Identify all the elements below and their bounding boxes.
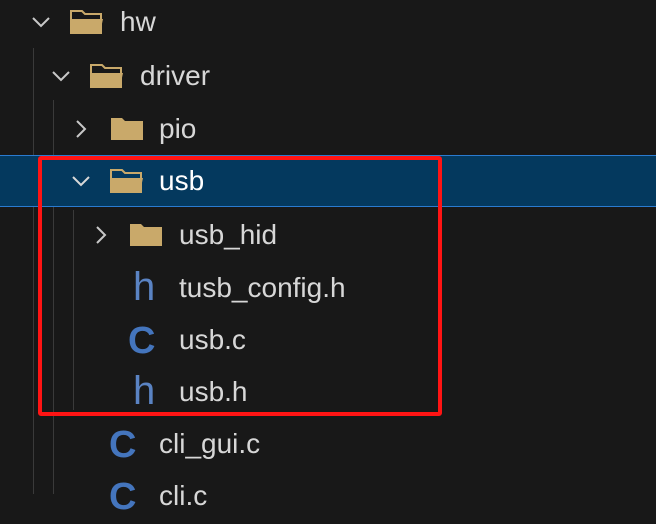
c-file-icon: C — [109, 424, 137, 466]
c-file-icon: C — [109, 476, 137, 518]
chevron-right-icon[interactable] — [70, 118, 92, 140]
tree-item-hw[interactable]: hw — [0, 0, 656, 48]
tree-item-label: driver — [140, 60, 211, 91]
folder-icon — [111, 118, 143, 140]
tree-item-label: pio — [159, 113, 197, 144]
open-folder-icon — [90, 64, 123, 88]
tree-item-pio[interactable]: pio — [0, 103, 656, 155]
tree-item-label: hw — [120, 6, 156, 37]
tree-item-cli-gui-c[interactable]: C cli_gui.c — [0, 418, 656, 470]
tree-item-label: cli_gui.c — [159, 428, 261, 459]
chevron-down-icon[interactable] — [30, 11, 52, 33]
chevron-down-icon[interactable] — [50, 65, 72, 87]
tree-item-cli-c[interactable]: C cli.c — [0, 472, 656, 524]
highlight-box — [38, 156, 442, 416]
open-folder-icon — [70, 10, 103, 34]
tree-item-driver[interactable]: driver — [0, 50, 656, 102]
tree-item-label: cli.c — [159, 480, 208, 511]
